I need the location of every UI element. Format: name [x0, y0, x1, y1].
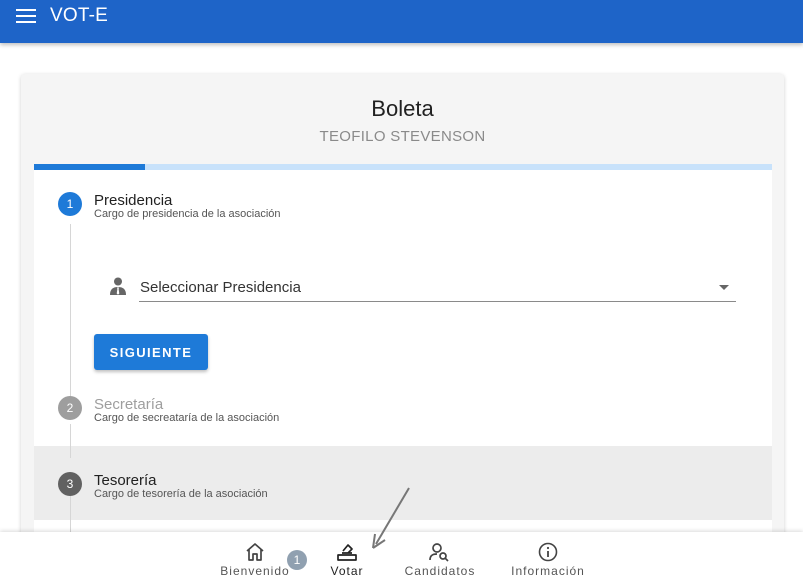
step-3-indicator[interactable]: 3 [58, 472, 82, 496]
step-1-indicator[interactable]: 1 [58, 192, 82, 216]
step-2-title[interactable]: Secretaría [94, 396, 163, 413]
select-placeholder: Seleccionar Presidencia [140, 279, 301, 296]
ballot-box-icon [337, 544, 357, 561]
person-tie-icon [110, 277, 126, 295]
info-icon [538, 542, 558, 562]
nav-votar-label: Votar [330, 564, 364, 578]
step-3-title[interactable]: Tesorería [94, 472, 157, 489]
nav-candidatos-label: Candidatos [404, 564, 476, 578]
notification-badge: 1 [287, 550, 307, 570]
voter-name: TEOFILO STEVENSON [319, 128, 486, 145]
nav-bienvenido-label: Bienvenido [220, 564, 290, 578]
step-connector [70, 224, 71, 408]
nav-bienvenido[interactable]: Bienvenido [219, 542, 291, 582]
step-1-subtitle: Cargo de presidencia de la asociación [94, 208, 281, 220]
presidencia-select[interactable]: Seleccionar Presidencia [139, 272, 736, 302]
step-2-subtitle: Cargo de secreataría de la asociación [94, 412, 280, 424]
nav-informacion[interactable]: Información [507, 542, 589, 582]
step-connector [70, 424, 71, 458]
step-1-title[interactable]: Presidencia [94, 192, 172, 209]
pointer-arrow-icon [372, 487, 410, 549]
step-2-indicator[interactable]: 2 [58, 396, 82, 420]
app-title: VOT-E [50, 5, 109, 26]
siguiente-button[interactable]: SIGUIENTE [94, 334, 208, 370]
ballot-title: Boleta [371, 96, 434, 121]
step-3-subtitle: Cargo de tesorería de la asociación [94, 488, 268, 500]
candidate-select-row: Seleccionar Presidencia [108, 272, 738, 306]
person-search-icon [429, 543, 449, 562]
app-bar: VOT-E [0, 0, 803, 43]
menu-icon[interactable] [16, 9, 36, 23]
nav-informacion-label: Información [511, 564, 585, 578]
dropdown-arrow-icon[interactable] [719, 285, 729, 290]
ballot-card: Boleta TEOFILO STEVENSON 1 Presidencia C… [21, 74, 784, 544]
home-icon [246, 543, 264, 561]
